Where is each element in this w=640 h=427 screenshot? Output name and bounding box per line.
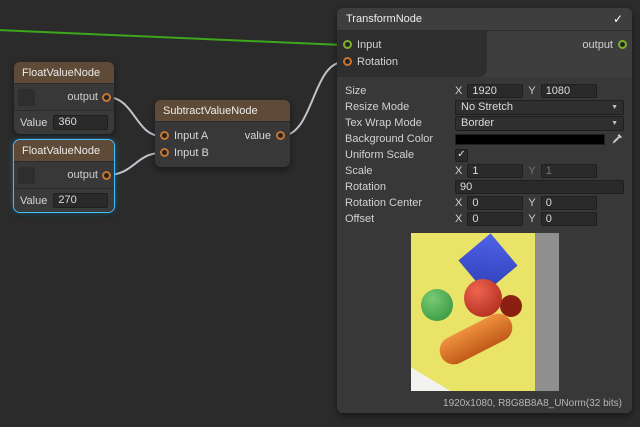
rotation-center-x-field[interactable]: 0 [467, 196, 523, 210]
offset-label: Offset [345, 213, 455, 225]
offset-x-label: X [455, 213, 462, 225]
output-port-label: output [67, 169, 98, 181]
offset-x-field[interactable]: 0 [467, 212, 523, 226]
transform-node[interactable]: TransformNode ✓ Input Rotation output [337, 8, 632, 413]
value-input[interactable]: 270 [53, 193, 108, 208]
tex-wrap-mode-value: Border [461, 117, 494, 129]
enabled-checkmark-icon[interactable]: ✓ [613, 12, 623, 26]
resize-mode-label: Resize Mode [345, 101, 455, 113]
uniform-scale-checkbox[interactable]: ✓ [455, 149, 468, 162]
rotation-center-y-field[interactable]: 0 [541, 196, 597, 210]
uniform-scale-row: Uniform Scale ✓ [345, 147, 624, 163]
node-preview-box [18, 167, 35, 184]
float-value-node-1[interactable]: FloatValueNode output Value 360 [14, 62, 114, 134]
input-b-port[interactable] [160, 148, 169, 157]
preview-orange-cylinder [434, 309, 516, 369]
chevron-down-icon: ▼ [611, 104, 618, 111]
preview-footer: 1920x1080, R8G8B8A8_UNorm(32 bits) [337, 393, 632, 413]
node-title: SubtractValueNode [163, 105, 258, 117]
size-label: Size [345, 85, 455, 97]
node-preview-box [18, 89, 35, 106]
rotation-center-label: Rotation Center [345, 197, 455, 209]
offset-y-field[interactable]: 0 [541, 212, 597, 226]
rotation-center-y-label: Y [528, 197, 535, 209]
node-header[interactable]: FloatValueNode [14, 140, 114, 162]
edge-green-to-transform-input[interactable] [0, 30, 343, 45]
background-color-row: Background Color [345, 131, 624, 147]
scale-y-label: Y [528, 165, 535, 177]
value-label: Value [20, 195, 47, 207]
value-output-port[interactable] [276, 131, 285, 140]
size-x-field[interactable]: 1920 [467, 84, 523, 98]
preview-green-sphere [421, 289, 453, 321]
node-header[interactable]: FloatValueNode [14, 62, 114, 84]
background-color-label: Background Color [345, 133, 455, 145]
node-header[interactable]: TransformNode ✓ [337, 8, 632, 31]
tex-wrap-mode-label: Tex Wrap Mode [345, 117, 455, 129]
rotation-row: Rotation 90 [345, 179, 624, 195]
resize-mode-value: No Stretch [461, 101, 513, 113]
eyedropper-icon[interactable] [610, 133, 624, 146]
output-port[interactable] [102, 93, 111, 102]
output-port[interactable] [102, 171, 111, 180]
output-port[interactable] [618, 40, 627, 49]
output-port-label: output [582, 39, 613, 51]
node-title: FloatValueNode [22, 145, 100, 157]
preview-area [337, 233, 632, 393]
edge-float2-to-inputB[interactable] [107, 153, 161, 175]
edge-float1-to-inputA[interactable] [107, 97, 161, 136]
node-title: FloatValueNode [22, 67, 100, 79]
input-a-port[interactable] [160, 131, 169, 140]
resize-mode-dropdown[interactable]: No Stretch ▼ [455, 100, 624, 115]
size-row: Size X 1920 Y 1080 [345, 83, 624, 99]
input-ports-container: Input Rotation [337, 31, 487, 77]
size-x-label: X [455, 85, 462, 97]
rotation-port[interactable] [343, 57, 352, 66]
value-label: Value [20, 117, 47, 129]
input-port-label: Input [357, 39, 381, 51]
input-a-label: Input A [174, 130, 208, 142]
edge-subtract-to-rotation[interactable] [281, 62, 344, 136]
offset-y-label: Y [528, 213, 535, 225]
scale-y-field: 1 [541, 164, 597, 178]
output-ports-container: output [487, 31, 632, 77]
preview-white-wedge [411, 361, 451, 391]
uniform-scale-label: Uniform Scale [345, 149, 455, 161]
value-input[interactable]: 360 [53, 115, 108, 130]
rotation-field[interactable]: 90 [455, 180, 624, 194]
chevron-down-icon: ▼ [611, 120, 618, 127]
float-value-node-2[interactable]: FloatValueNode output Value 270 [14, 140, 114, 212]
scale-x-field[interactable]: 1 [467, 164, 523, 178]
scale-x-label: X [455, 165, 462, 177]
node-title: TransformNode [346, 13, 422, 25]
rotation-port-label: Rotation [357, 56, 398, 68]
preview-gray-strip [535, 233, 559, 391]
input-b-label: Input B [174, 147, 209, 159]
rotation-center-x-label: X [455, 197, 462, 209]
resize-mode-row: Resize Mode No Stretch ▼ [345, 99, 624, 115]
size-y-label: Y [528, 85, 535, 97]
value-output-label: value [245, 130, 271, 142]
scale-row: Scale X 1 Y 1 [345, 163, 624, 179]
node-header[interactable]: SubtractValueNode [155, 100, 290, 122]
subtract-value-node[interactable]: SubtractValueNode Input A Input B value [155, 100, 290, 167]
tex-wrap-mode-row: Tex Wrap Mode Border ▼ [345, 115, 624, 131]
rotation-label: Rotation [345, 181, 455, 193]
input-port[interactable] [343, 40, 352, 49]
preview-image [411, 233, 559, 391]
node-graph-canvas[interactable]: FloatValueNode output Value 360 FloatVal… [0, 0, 640, 427]
rotation-center-row: Rotation Center X 0 Y 0 [345, 195, 624, 211]
background-color-swatch[interactable] [455, 134, 605, 145]
scale-label: Scale [345, 165, 455, 177]
preview-red-sphere [464, 279, 502, 317]
offset-row: Offset X 0 Y 0 [345, 211, 624, 227]
tex-wrap-mode-dropdown[interactable]: Border ▼ [455, 116, 624, 131]
output-port-label: output [67, 91, 98, 103]
size-y-field[interactable]: 1080 [541, 84, 597, 98]
